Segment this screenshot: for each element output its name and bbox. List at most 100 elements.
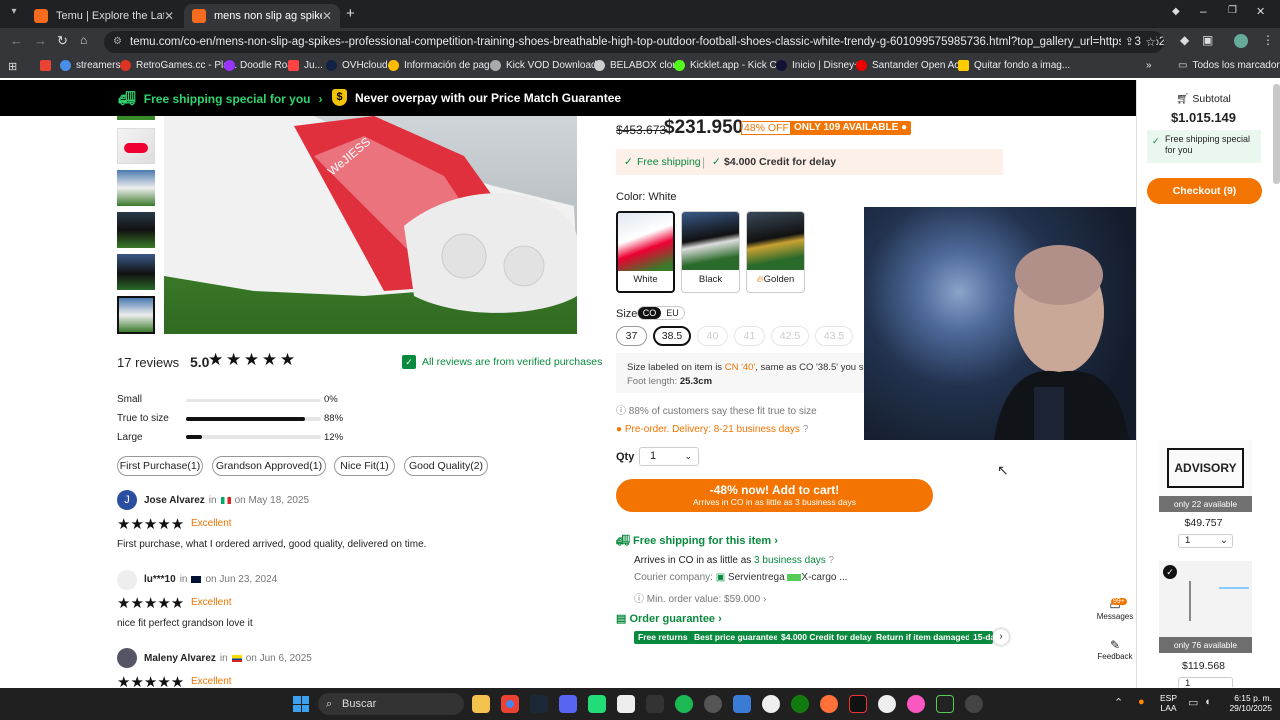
free-shipping-banner[interactable]: 🚚︎ Free shipping special for you ›	[118, 90, 322, 107]
bookmark-quitar-fondo[interactable]: Quitar fondo a imag...	[958, 60, 1070, 71]
messages-button[interactable]: ▭ Messages 99+	[1095, 598, 1135, 630]
app-icon[interactable]	[965, 695, 983, 713]
help-icon[interactable]: ?	[803, 424, 809, 435]
network-icon[interactable]: ▭	[1188, 696, 1198, 709]
size-option[interactable]: 37	[616, 326, 647, 346]
tray-overflow-icon[interactable]: ⌃	[1114, 696, 1123, 709]
feedback-button[interactable]: ✎ Feedback	[1095, 638, 1135, 670]
menu-icon[interactable]: ⋮	[1262, 33, 1274, 47]
bookmark-santander[interactable]: Santander Open Ac...	[856, 60, 968, 71]
microphone-icon[interactable]: ●	[1138, 696, 1145, 708]
size-system-toggle[interactable]: CO EU	[637, 306, 685, 320]
bookmark-star-icon[interactable]: ☆	[1141, 31, 1156, 53]
cart-qty-select[interactable]: 1 ⌄	[1178, 534, 1233, 548]
thumbnail[interactable]	[117, 212, 155, 248]
volume-icon[interactable]: ◖	[1204, 696, 1211, 708]
address-bar[interactable]: ⚙ temu.com/co-en/mens-non-slip-ag-spikes…	[104, 31, 1164, 53]
close-icon[interactable]: ✕	[322, 9, 332, 23]
checkout-button[interactable]: Checkout (9)	[1147, 178, 1262, 204]
bookmark-kicklet[interactable]: Kicklet.app - Kick C...	[674, 60, 785, 71]
epic-games-icon[interactable]	[646, 695, 664, 713]
app-icon[interactable]	[733, 695, 751, 713]
home-icon[interactable]: ⌂	[80, 33, 87, 47]
install-icon[interactable]: ⇪	[1120, 31, 1134, 53]
windows-start-icon[interactable]	[293, 696, 309, 712]
order-guarantee-title[interactable]: ▤ Order guarantee ›	[616, 612, 722, 625]
language-indicator[interactable]: ESP LAA	[1160, 693, 1177, 713]
thumbnail[interactable]	[117, 116, 155, 120]
qty-select[interactable]: 1 ⌄	[639, 447, 699, 466]
firefox-icon[interactable]	[820, 695, 838, 713]
add-to-cart-button[interactable]: -48% now! Add to cart! Arrives in CO in …	[616, 479, 933, 512]
bookmarks-overflow-icon[interactable]: »	[1146, 60, 1152, 71]
bookmark-ju[interactable]: Ju...	[288, 60, 323, 71]
size-option[interactable]: 43.5	[815, 326, 853, 346]
review-tag[interactable]: Grandson Approved(1)	[212, 456, 326, 476]
site-info-icon[interactable]: ⚙	[113, 31, 122, 53]
bookmark-disney[interactable]: Inicio | Disney+	[776, 60, 860, 71]
checkbox-checked-icon[interactable]: ✓	[1163, 565, 1177, 579]
extensions-icon[interactable]: ▣	[1202, 33, 1213, 47]
size-option[interactable]: 41	[734, 326, 765, 346]
price-match-banner[interactable]: $ Never overpay with our Price Match Gua…	[332, 89, 621, 106]
thumbnail[interactable]	[117, 170, 155, 206]
tiktok-icon[interactable]	[849, 695, 867, 713]
app-icon[interactable]	[878, 695, 896, 713]
app-icon[interactable]	[588, 695, 606, 713]
color-swatch-white[interactable]: White	[616, 211, 675, 293]
thumbnail-selected[interactable]	[117, 296, 155, 334]
color-swatch-black[interactable]: Black	[681, 211, 740, 293]
minimize-icon[interactable]: –	[1200, 4, 1207, 18]
cart-item-image[interactable]: ADVISORY only 22 available	[1159, 440, 1252, 512]
new-tab-icon[interactable]: +	[346, 5, 355, 22]
review-tag[interactable]: First Purchase(1)	[117, 456, 203, 476]
thumbnail[interactable]	[117, 254, 155, 290]
music-icon[interactable]	[907, 695, 925, 713]
app-icon[interactable]	[617, 695, 635, 713]
clock[interactable]: 6:15 p. m. 29/10/2025	[1226, 693, 1272, 713]
extension-icon[interactable]: ◆	[1180, 33, 1189, 47]
forward-icon[interactable]: →	[34, 33, 47, 48]
spotify-icon[interactable]	[675, 695, 693, 713]
chevron-right-icon[interactable]: ›	[993, 629, 1009, 645]
scrollbar-thumb[interactable]	[1273, 84, 1280, 184]
file-explorer-icon[interactable]	[472, 695, 490, 713]
discord-icon[interactable]	[559, 695, 577, 713]
app-icon[interactable]	[936, 695, 954, 713]
size-system-eu[interactable]: EU	[661, 307, 684, 319]
tab-temu-explore[interactable]: Temu | Explore the Latest Clothi✕	[26, 4, 182, 28]
bookmark-retrogames[interactable]: RetroGames.cc - Pla...	[120, 60, 237, 71]
bookmark-gmail[interactable]	[40, 60, 51, 71]
close-window-icon[interactable]: ✕	[1256, 5, 1265, 18]
bookmark-informacion[interactable]: Información de pag...	[388, 60, 498, 71]
review-tag[interactable]: Nice Fit(1)	[334, 456, 395, 476]
size-system-co[interactable]: CO	[638, 307, 661, 319]
taskbar-search[interactable]: ⌕ Buscar	[318, 693, 464, 715]
reload-icon[interactable]: ↻	[57, 33, 68, 49]
avatar[interactable]	[1234, 34, 1248, 48]
review-tag[interactable]: Good Quality(2)	[404, 456, 488, 476]
product-image[interactable]: WeJIESS	[164, 116, 577, 334]
bookmark-streamers[interactable]: streamers	[60, 60, 120, 71]
color-swatch-golden[interactable]: 🔥︎Golden	[746, 211, 805, 293]
size-option[interactable]: 40	[697, 326, 728, 346]
cart-item-image[interactable]: ✓ only 76 available	[1159, 561, 1252, 653]
app-icon[interactable]	[762, 695, 780, 713]
maximize-icon[interactable]: ❐	[1228, 5, 1237, 16]
bookmark-belabox[interactable]: BELABOX cloud	[594, 60, 683, 71]
tab-product[interactable]: mens non slip ag spikes profes✕	[184, 4, 340, 28]
profile-icon[interactable]: ◆	[1172, 6, 1180, 17]
steam-icon[interactable]	[530, 695, 548, 713]
bookmark-ovhcloud[interactable]: OVHcloud	[326, 60, 388, 71]
app-icon[interactable]	[704, 695, 722, 713]
tab-list-icon[interactable]: ▾	[6, 6, 22, 22]
shipping-section-title[interactable]: 🚚︎ Free shipping for this item ›	[616, 534, 778, 547]
cart-qty-select[interactable]: 1	[1178, 677, 1233, 687]
bookmark-kick-vod[interactable]: Kick VOD Download...	[490, 60, 605, 71]
close-icon[interactable]: ✕	[164, 9, 174, 23]
size-option[interactable]: 42.5	[771, 326, 809, 346]
size-option-selected[interactable]: 38.5	[653, 326, 691, 346]
back-icon[interactable]: ←	[10, 33, 23, 48]
thumbnail[interactable]	[117, 128, 155, 164]
xbox-icon[interactable]	[791, 695, 809, 713]
